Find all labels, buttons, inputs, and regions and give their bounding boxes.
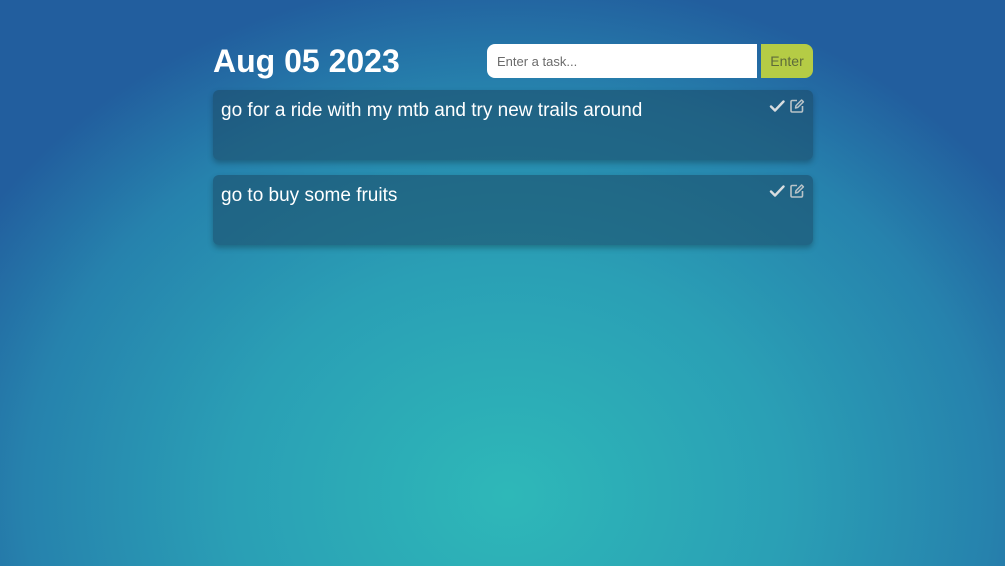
task-card: go to buy some fruits [213, 175, 813, 245]
task-text: go to buy some fruits [221, 185, 398, 206]
header: Aug 05 2023 Enter [213, 0, 813, 90]
enter-button[interactable]: Enter [761, 44, 813, 78]
task-input[interactable] [487, 44, 757, 78]
check-icon[interactable] [769, 98, 785, 114]
task-actions [769, 98, 805, 114]
page-title-date: Aug 05 2023 [213, 43, 400, 79]
edit-icon[interactable] [789, 98, 805, 114]
app-container: Aug 05 2023 Enter go for a ride with my … [213, 0, 813, 245]
check-icon[interactable] [769, 183, 785, 199]
edit-icon[interactable] [789, 183, 805, 199]
task-text: go for a ride with my mtb and try new tr… [221, 100, 643, 121]
task-card: go for a ride with my mtb and try new tr… [213, 90, 813, 160]
task-actions [769, 183, 805, 199]
task-list: go for a ride with my mtb and try new tr… [213, 90, 813, 260]
